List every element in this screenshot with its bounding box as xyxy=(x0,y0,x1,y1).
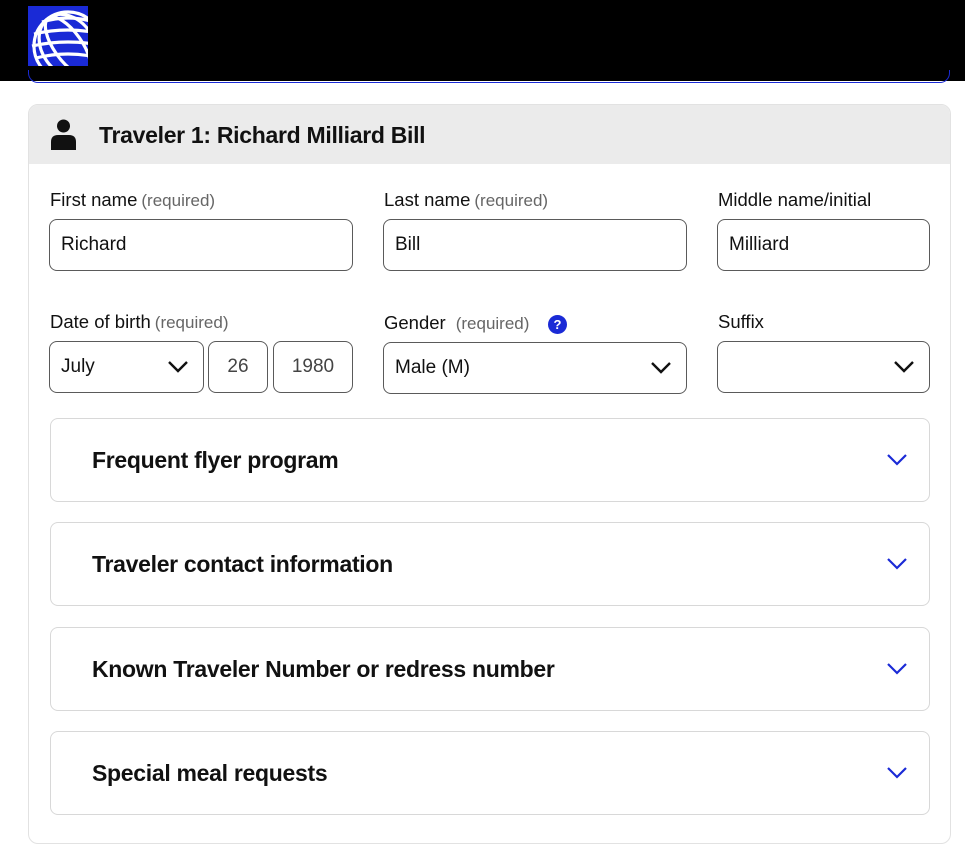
dob-day-input[interactable]: 26 xyxy=(208,341,268,393)
accordion-title: Frequent flyer program xyxy=(92,447,339,473)
first-name-input[interactable]: Richard xyxy=(49,219,353,271)
special-meal-accordion[interactable]: Special meal requests xyxy=(50,731,930,815)
top-navigation-bar xyxy=(0,0,965,81)
dob-label: Date of birth (required) xyxy=(50,311,228,333)
gender-help-icon[interactable]: ? xyxy=(548,315,567,334)
globe-logo-icon[interactable] xyxy=(28,6,88,66)
gender-required: (required) xyxy=(455,314,530,333)
accordion-title: Known Traveler Number or redress number xyxy=(92,656,555,682)
gender-label-text: Gender xyxy=(384,312,446,333)
frequent-flyer-accordion[interactable]: Frequent flyer program xyxy=(50,418,930,502)
chevron-down-icon xyxy=(887,454,907,466)
traveler-title: Traveler 1: Richard Milliard Bill xyxy=(99,122,426,148)
suffix-label: Suffix xyxy=(718,311,764,332)
accordion-title: Traveler contact information xyxy=(92,551,393,577)
previous-section-edge xyxy=(28,70,950,83)
last-name-label-text: Last name xyxy=(384,189,471,210)
first-name-label-text: First name xyxy=(50,189,138,210)
traveler-contact-accordion[interactable]: Traveler contact information xyxy=(50,522,930,606)
dob-year-input[interactable]: 1980 xyxy=(273,341,353,393)
gender-label: Gender (required) xyxy=(384,312,529,334)
dob-required: (required) xyxy=(154,313,229,332)
middle-name-input[interactable]: Milliard xyxy=(717,219,930,271)
gender-select[interactable]: Male (M) xyxy=(383,342,687,394)
chevron-down-icon xyxy=(887,767,907,779)
accordion-title: Special meal requests xyxy=(92,760,328,786)
first-name-required: (required) xyxy=(141,191,216,210)
dob-label-text: Date of birth xyxy=(50,311,151,332)
gender-value: Male (M) xyxy=(395,357,470,378)
suffix-select[interactable] xyxy=(717,341,930,393)
traveler-card: Traveler 1: Richard Milliard Bill First … xyxy=(28,104,951,844)
first-name-label: First name (required) xyxy=(50,189,215,211)
chevron-down-icon xyxy=(887,663,907,675)
dob-month-select[interactable]: July xyxy=(49,341,204,393)
last-name-input[interactable]: Bill xyxy=(383,219,687,271)
traveler-card-header: Traveler 1: Richard Milliard Bill xyxy=(29,105,950,164)
chevron-down-icon xyxy=(894,361,914,373)
person-icon xyxy=(51,119,76,150)
last-name-label: Last name (required) xyxy=(384,189,548,211)
chevron-down-icon xyxy=(168,361,188,373)
chevron-down-icon xyxy=(887,558,907,570)
dob-month-value: July xyxy=(61,356,95,377)
chevron-down-icon xyxy=(651,362,671,374)
known-traveler-accordion[interactable]: Known Traveler Number or redress number xyxy=(50,627,930,711)
last-name-required: (required) xyxy=(474,191,549,210)
middle-name-label: Middle name/initial xyxy=(718,189,872,210)
